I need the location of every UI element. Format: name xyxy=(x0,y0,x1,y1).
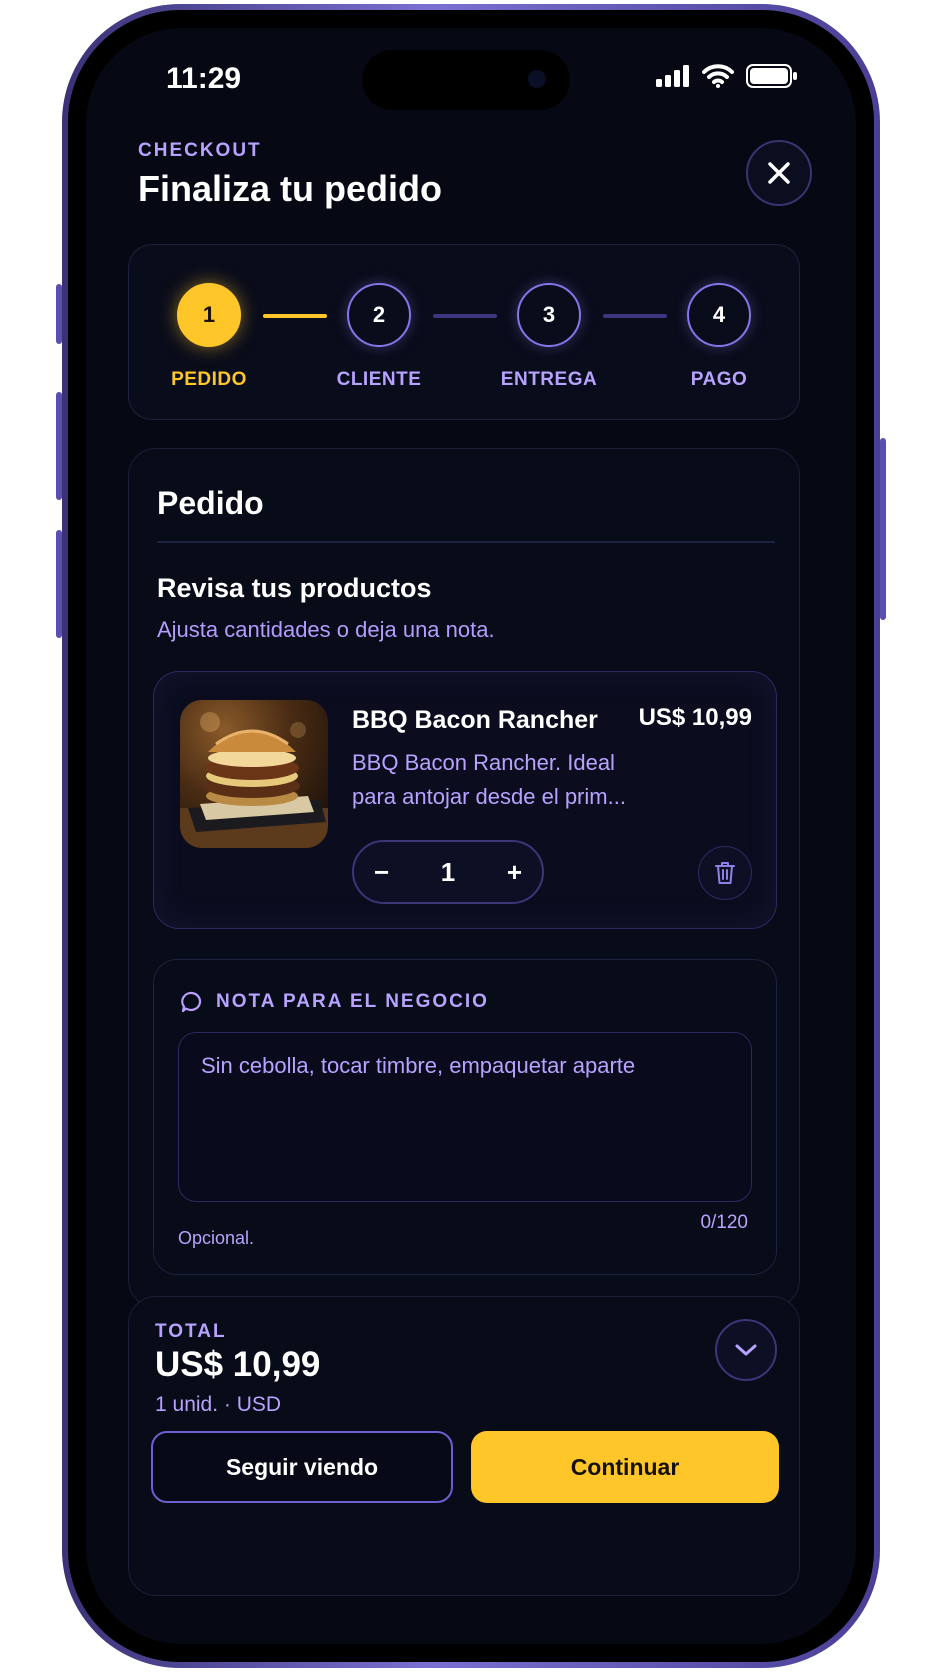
close-button[interactable] xyxy=(746,140,812,206)
action-button xyxy=(56,284,62,344)
phone-frame: 11:29 CHECKOUT Finaliza tu pedido 1 2 3 … xyxy=(56,4,886,1668)
char-counter: 0/120 xyxy=(700,1212,748,1233)
order-card: Pedido Revisa tus productos Ajusta canti… xyxy=(128,448,800,1308)
note-textarea[interactable]: Sin cebolla, tocar timbre, empaquetar ap… xyxy=(178,1032,752,1202)
checkout-eyebrow: CHECKOUT xyxy=(138,140,262,161)
status-time: 11:29 xyxy=(166,62,242,95)
continue-button[interactable]: Continuar xyxy=(471,1431,779,1503)
products-subtitle: Revisa tus productos xyxy=(157,573,432,603)
close-icon xyxy=(768,162,790,184)
power-button xyxy=(880,438,886,620)
decrease-button[interactable]: − xyxy=(374,857,389,888)
note-section: NOTA PARA EL NEGOCIO Sin cebolla, tocar … xyxy=(153,959,777,1275)
checkout-stepper: 1 2 3 4 PEDIDO CLIENTE ENTREGA PAGO xyxy=(128,244,800,420)
note-hint: Opcional. xyxy=(178,1228,255,1248)
step-connector xyxy=(433,314,497,318)
product-name: BBQ Bacon Rancher xyxy=(352,706,598,734)
page-title: Finaliza tu pedido xyxy=(138,168,442,209)
step-label-pago: PAGO xyxy=(690,369,748,390)
volume-down-button xyxy=(56,530,62,638)
remove-item-button[interactable] xyxy=(698,846,752,900)
note-label: NOTA PARA EL NEGOCIO xyxy=(216,991,489,1012)
trash-icon xyxy=(715,862,735,884)
section-title: Pedido xyxy=(157,485,264,521)
quantity-stepper: − 1 + xyxy=(352,840,544,904)
battery-icon xyxy=(746,64,797,88)
total-value: US$ 10,99 xyxy=(155,1345,321,1384)
chevron-down-icon xyxy=(735,1344,757,1356)
product-price: US$ 10,99 xyxy=(638,704,752,731)
step-cliente[interactable]: 2 xyxy=(347,283,411,347)
phone-bezel: 11:29 CHECKOUT Finaliza tu pedido 1 2 3 … xyxy=(68,10,874,1662)
wifi-icon xyxy=(702,64,734,88)
status-icons xyxy=(656,64,798,88)
step-pago[interactable]: 4 xyxy=(687,283,751,347)
step-connector xyxy=(603,314,667,318)
product-description: BBQ Bacon Rancher. Ideal para antojar de… xyxy=(352,750,626,809)
total-label: TOTAL xyxy=(155,1321,227,1342)
chat-bubble-icon xyxy=(181,991,202,1013)
step-pedido[interactable]: 1 xyxy=(177,283,241,347)
volume-up-button xyxy=(56,392,62,500)
step-label-entrega: ENTREGA xyxy=(500,369,598,390)
total-footer: TOTAL US$ 10,99 1 unid. · USD Seguir vie… xyxy=(128,1296,800,1596)
divider xyxy=(157,541,775,543)
keep-browsing-button[interactable]: Seguir viendo xyxy=(151,1431,453,1503)
product-card: BBQ Bacon Rancher US$ 10,99 BBQ Bacon Ra… xyxy=(153,671,777,929)
dynamic-island xyxy=(362,50,570,110)
signal-icon xyxy=(656,65,689,87)
products-description: Ajusta cantidades o deja una nota. xyxy=(157,617,495,642)
step-entrega[interactable]: 3 xyxy=(517,283,581,347)
step-label-pedido: PEDIDO xyxy=(171,369,247,390)
quantity-value: 1 xyxy=(440,856,456,887)
expand-summary-button[interactable] xyxy=(715,1319,777,1381)
total-meta: 1 unid. · USD xyxy=(155,1393,282,1416)
increase-button[interactable]: + xyxy=(507,857,522,888)
camera xyxy=(528,70,546,88)
product-image xyxy=(180,700,328,848)
step-label-cliente: CLIENTE xyxy=(336,369,422,390)
note-header: NOTA PARA EL NEGOCIO xyxy=(180,990,489,1014)
step-connector xyxy=(263,314,327,318)
screen: 11:29 CHECKOUT Finaliza tu pedido 1 2 3 … xyxy=(86,28,856,1644)
